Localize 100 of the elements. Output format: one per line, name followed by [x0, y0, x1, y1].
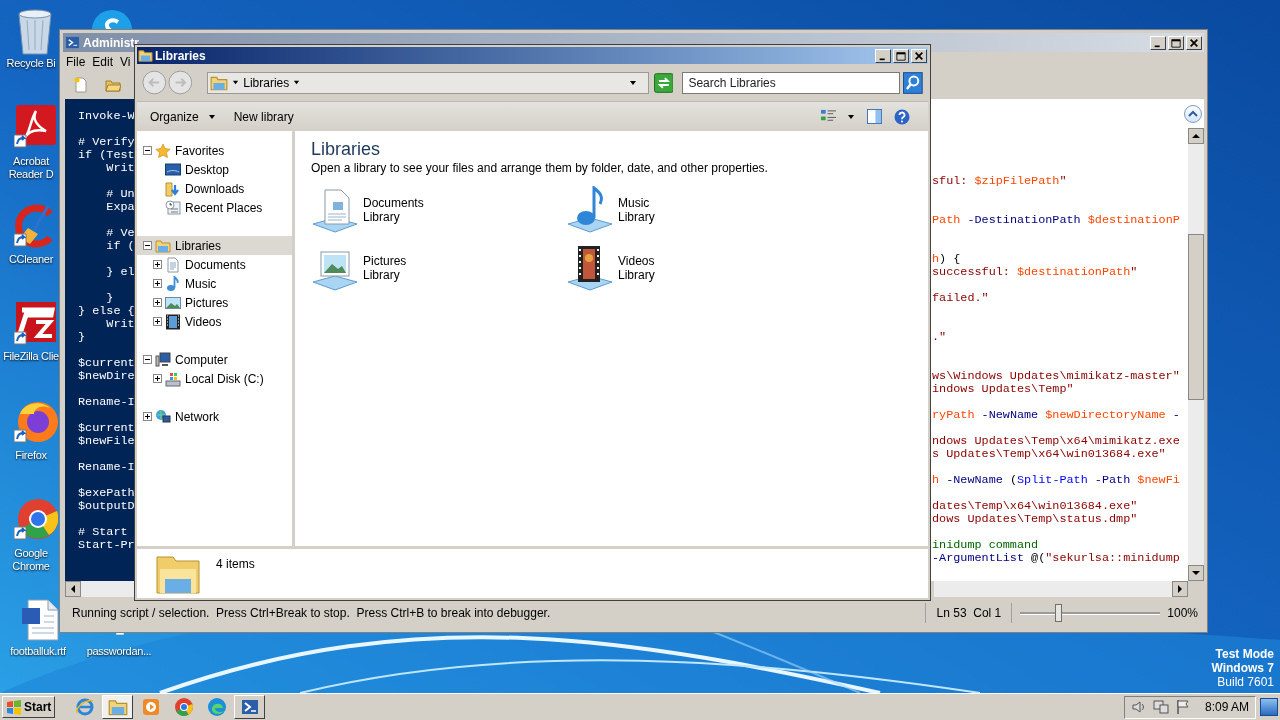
tree-item[interactable]: Favorites: [137, 141, 292, 160]
search-field[interactable]: Search Libraries: [682, 71, 901, 94]
collapse-button[interactable]: [1184, 104, 1202, 123]
network-icon[interactable]: [1153, 699, 1169, 715]
library-name[interactable]: Documents: [363, 196, 424, 210]
expand-toggle[interactable]: [143, 146, 152, 155]
clock[interactable]: 8:09 AM: [1204, 698, 1249, 716]
tree-item[interactable]: Documents: [137, 255, 292, 274]
preview-pane-icon[interactable]: [867, 109, 882, 124]
toolbar-button[interactable]: Organize: [141, 104, 225, 129]
tree-item[interactable]: Network: [137, 407, 292, 426]
pdf-app-icon[interactable]: [14, 105, 58, 149]
expand-toggle[interactable]: [153, 260, 162, 269]
tree-label[interactable]: Music: [185, 274, 217, 293]
code-line: ryPath -NewName $newDirectoryName -: [932, 409, 1180, 422]
tree-label[interactable]: Downloads: [185, 179, 245, 198]
music-note-icon[interactable]: [566, 186, 614, 234]
taskbar-button[interactable]: [234, 695, 266, 719]
library-name[interactable]: Pictures: [363, 254, 407, 268]
code-line: indows Updates\Temp": [932, 383, 1074, 396]
horizontal-scrollbar[interactable]: [65, 581, 135, 597]
tree-item[interactable]: Videos: [137, 312, 292, 331]
search-icon[interactable]: [903, 71, 923, 94]
recent-places-icon: [165, 199, 181, 216]
expand-toggle[interactable]: [153, 279, 162, 288]
caret-icon[interactable]: [293, 79, 301, 86]
refresh-button[interactable]: [653, 72, 674, 93]
desktop-notice-text: Test Mode: [1215, 647, 1274, 661]
menu-item[interactable]: Vi: [120, 52, 131, 71]
icon-label[interactable]: CCleaner: [2, 253, 60, 266]
library-name[interactable]: Videos: [618, 254, 655, 268]
code-line: Rename-I: [78, 396, 135, 409]
code-line: Invoke-W: [78, 110, 135, 123]
expand-toggle[interactable]: [143, 412, 152, 421]
menu-item[interactable]: File: [66, 52, 86, 71]
tree-item[interactable]: Computer: [137, 350, 292, 369]
tree-item[interactable]: Recent Places: [137, 198, 292, 217]
app-icon[interactable]: [14, 302, 58, 346]
code-line: dates\Temp\x64\win013684.exe": [932, 500, 1138, 513]
browser-icon[interactable]: [14, 497, 58, 541]
expand-toggle[interactable]: [153, 374, 162, 383]
start-button[interactable]: Start: [2, 696, 56, 718]
tree-label[interactable]: Videos: [185, 312, 222, 331]
tree-label[interactable]: Network: [175, 407, 219, 426]
tree-item[interactable]: Pictures: [137, 293, 292, 312]
film-strip-icon[interactable]: [566, 244, 614, 292]
tree-label[interactable]: Documents: [185, 255, 246, 274]
tree-item[interactable]: Desktop: [137, 160, 292, 179]
code-line: if (Test: [78, 149, 135, 162]
menu-item[interactable]: Edit: [92, 52, 114, 71]
icon-label[interactable]: FileZilla Clie: [2, 350, 60, 363]
breadcrumb-item[interactable]: Libraries: [243, 73, 290, 92]
scroll-down-button[interactable]: [1188, 565, 1204, 581]
code-line: $exePath: [78, 487, 135, 500]
tree-item[interactable]: Music: [137, 274, 292, 293]
expand-toggle[interactable]: [143, 241, 152, 250]
tree-label[interactable]: Libraries: [175, 236, 222, 255]
chevron-up-icon[interactable]: [1188, 109, 1198, 118]
caret-icon[interactable]: [232, 79, 240, 86]
tree-label[interactable]: Recent Places: [185, 198, 263, 217]
scroll-left-button[interactable]: [65, 581, 81, 597]
icon-label[interactable]: Firefox: [2, 449, 60, 462]
icon-label[interactable]: Recycle Bi: [2, 57, 60, 70]
tree-item[interactable]: Downloads: [137, 179, 292, 198]
view-options-icon[interactable]: [820, 109, 837, 124]
tree-item[interactable]: Local Disk (C:): [137, 369, 292, 388]
code-line: $current: [78, 357, 135, 370]
terminal-icon: [65, 35, 80, 50]
fox-globe-icon[interactable]: [14, 400, 58, 444]
horizontal-scrollbar[interactable]: [934, 581, 1188, 597]
toolbar-button[interactable]: New library: [224, 104, 303, 129]
taskbar-button[interactable]: [102, 695, 134, 719]
code-line: Start-Pr: [78, 539, 135, 552]
expand-toggle[interactable]: [143, 355, 152, 364]
code-line: Path -DestinationPath $destinationP: [932, 214, 1180, 227]
tree-label[interactable]: Pictures: [185, 293, 229, 312]
tree-label[interactable]: Favorites: [175, 141, 225, 160]
tree-label[interactable]: Computer: [175, 350, 228, 369]
tree-label[interactable]: Local Disk (C:): [185, 369, 264, 388]
icon-label[interactable]: passwordan...: [80, 645, 158, 658]
caret-icon[interactable]: [847, 112, 855, 121]
scroll-up-button[interactable]: [1188, 128, 1204, 144]
scroll-thumb[interactable]: [1188, 234, 1204, 400]
expand-toggle[interactable]: [153, 317, 162, 326]
slider-thumb[interactable]: [1055, 604, 1063, 622]
scroll-right-button[interactable]: [1172, 581, 1188, 597]
tree-item[interactable]: Libraries: [137, 236, 292, 255]
library-name[interactable]: Music: [618, 196, 655, 210]
speaker-icon[interactable]: [1131, 699, 1147, 715]
vertical-scrollbar[interactable]: [1188, 128, 1204, 581]
address-bar[interactable]: Libraries: [207, 71, 649, 94]
flag-icon[interactable]: [1174, 699, 1191, 715]
expand-toggle[interactable]: [153, 298, 162, 307]
caret-icon[interactable]: [628, 78, 637, 87]
help-icon[interactable]: [894, 108, 910, 125]
zoom-slider[interactable]: [1020, 604, 1161, 622]
tree-label[interactable]: Desktop: [185, 160, 230, 179]
show-desktop-button[interactable]: [1260, 698, 1278, 716]
code-line: h -NewName (Split-Path -Path $newFi: [932, 474, 1180, 487]
icon-label[interactable]: Acrobat Reader D: [2, 155, 60, 181]
